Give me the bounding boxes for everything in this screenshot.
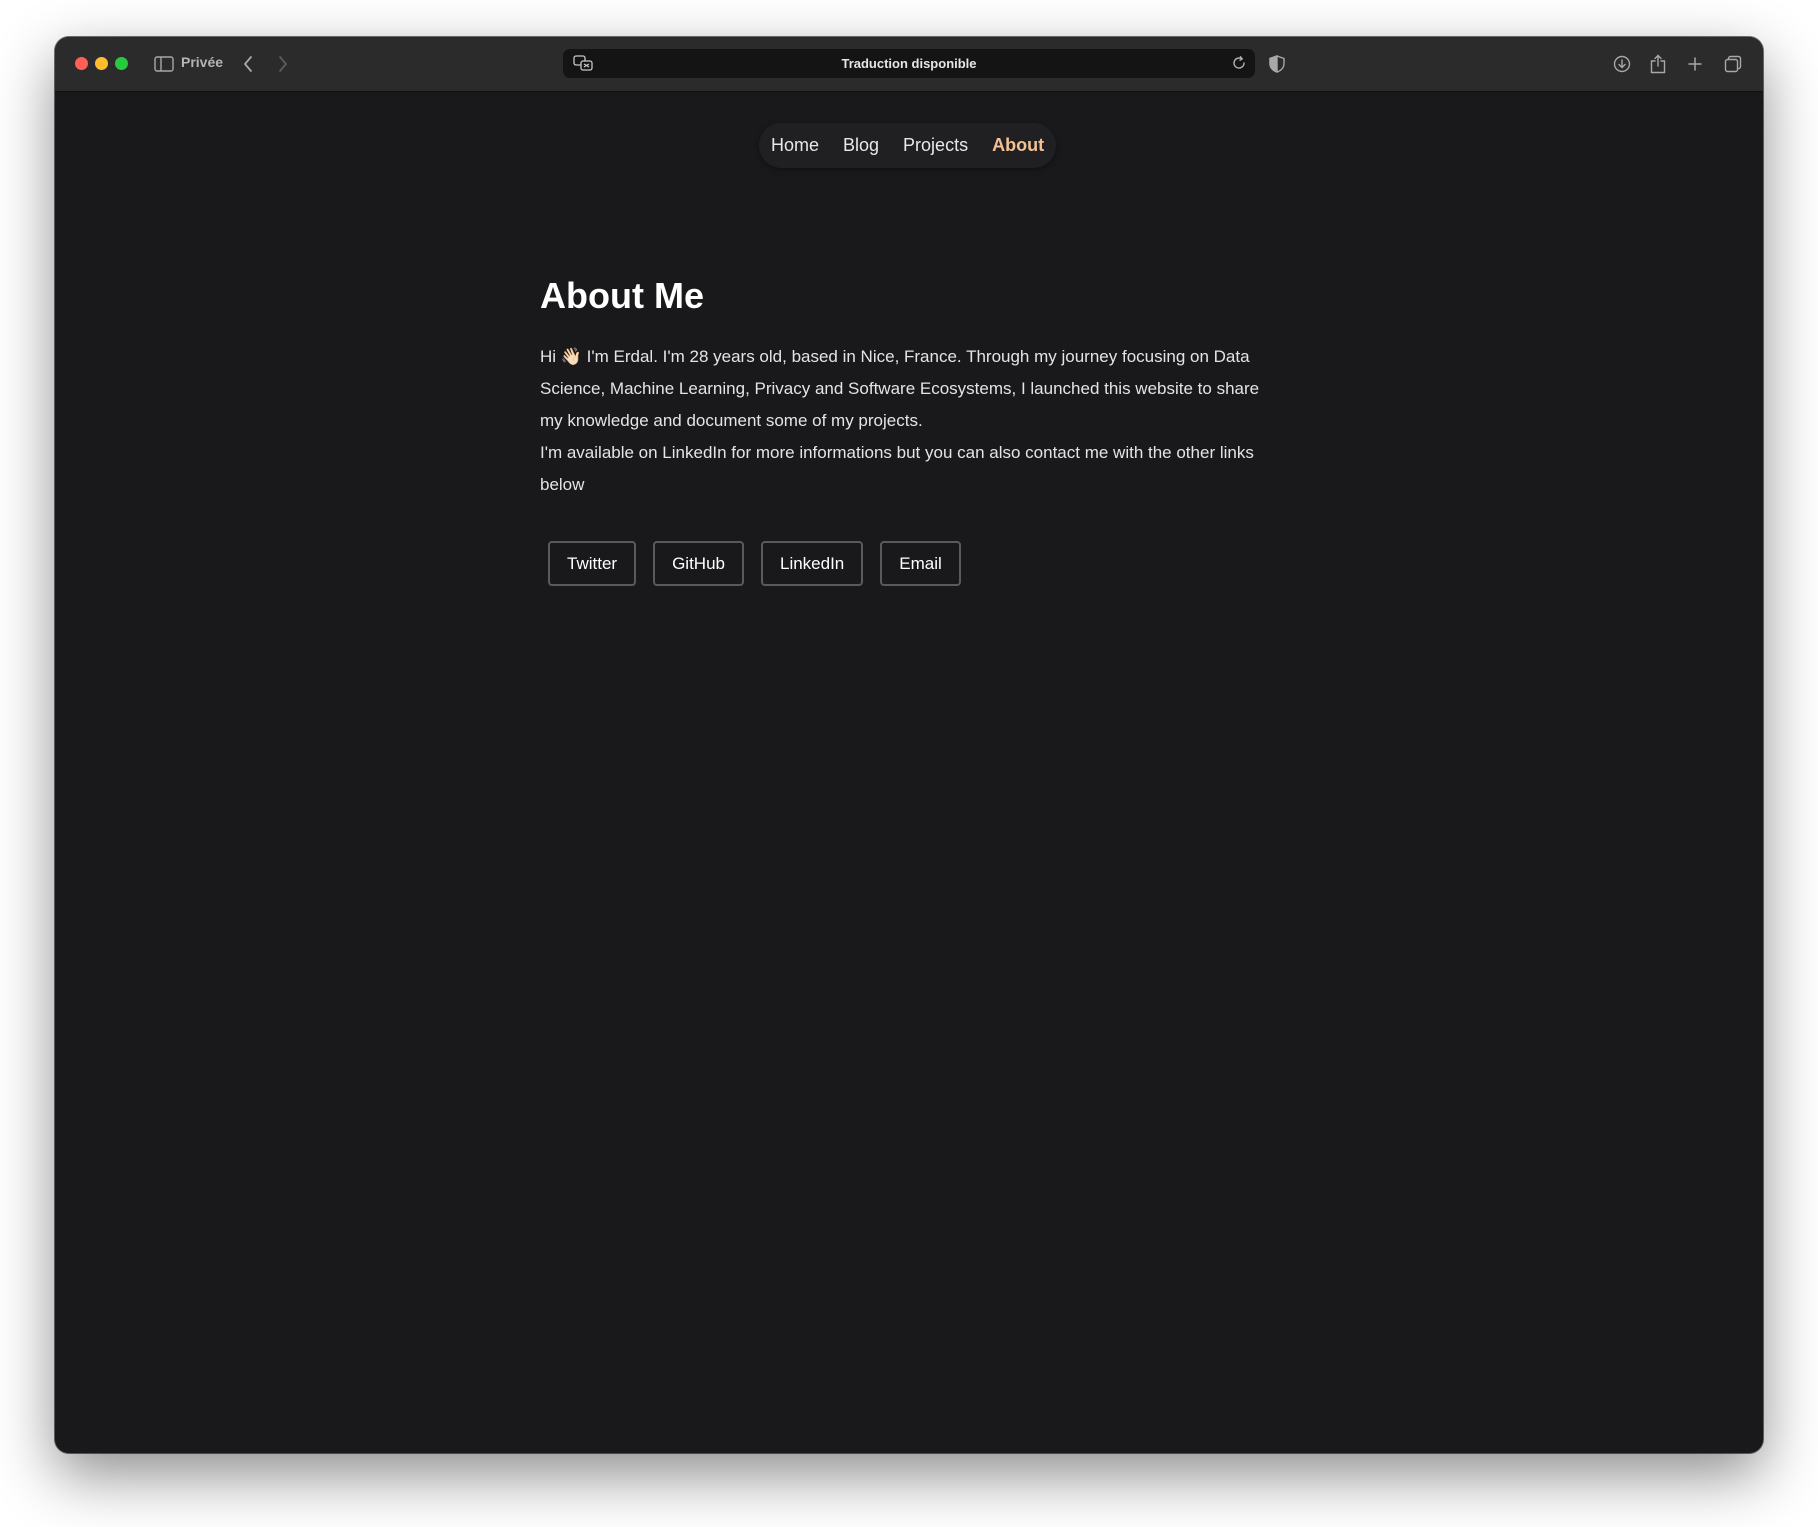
close-window-button[interactable]: [75, 57, 88, 70]
address-text: Traduction disponible: [841, 56, 977, 71]
twitter-button[interactable]: Twitter: [548, 541, 637, 586]
email-button[interactable]: Email: [880, 541, 961, 586]
site-nav: Home Blog Projects About: [759, 123, 1057, 168]
linkedin-button[interactable]: LinkedIn: [760, 541, 864, 586]
bio-paragraph-2: I'm available on LinkedIn for more infor…: [540, 443, 1254, 494]
share-icon[interactable]: [1647, 51, 1669, 77]
zoom-window-button[interactable]: [115, 57, 128, 70]
social-links: Twitter GitHub LinkedIn Email: [548, 541, 1260, 586]
private-browsing-label: Privée: [181, 54, 224, 70]
sidebar-icon[interactable]: [153, 51, 175, 77]
shield-icon[interactable]: [1266, 51, 1288, 77]
bio-paragraph-1: Hi 👋🏻 I'm Erdal. I'm 28 years old, based…: [540, 347, 1260, 430]
nav-blog-link[interactable]: Blog: [843, 135, 879, 156]
forward-icon[interactable]: [270, 51, 296, 77]
minimize-window-button[interactable]: [95, 57, 108, 70]
bio-text: Hi 👋🏻 I'm Erdal. I'm 28 years old, based…: [540, 341, 1260, 501]
browser-window: Privée Traduction disponible Home Blog P…: [55, 37, 1763, 1453]
page-content: Home Blog Projects About About Me Hi 👋🏻 …: [55, 92, 1763, 1453]
reload-icon[interactable]: [1229, 53, 1249, 73]
nav-projects-link[interactable]: Projects: [903, 135, 968, 156]
nav-about-link[interactable]: About: [992, 135, 1044, 156]
browser-toolbar: Privée Traduction disponible: [55, 37, 1763, 92]
back-icon[interactable]: [235, 51, 261, 77]
download-icon[interactable]: [1611, 51, 1633, 77]
tab-overview-icon[interactable]: [1722, 51, 1744, 77]
nav-home-link[interactable]: Home: [771, 135, 819, 156]
page-title: About Me: [540, 275, 704, 316]
github-button[interactable]: GitHub: [653, 541, 744, 586]
address-bar[interactable]: Traduction disponible: [563, 49, 1255, 78]
new-tab-icon[interactable]: [1684, 51, 1706, 77]
about-section: About Me Hi 👋🏻 I'm Erdal. I'm 28 years o…: [540, 275, 1260, 586]
